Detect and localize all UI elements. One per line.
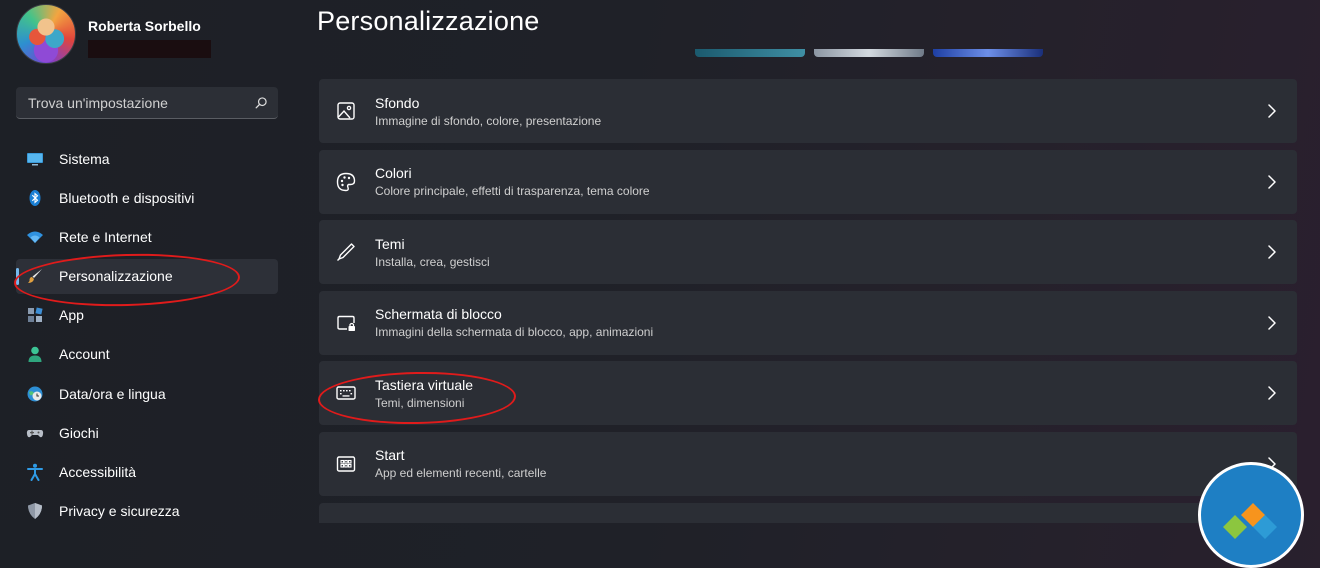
search-box[interactable] bbox=[16, 87, 278, 119]
accessibility-icon bbox=[26, 463, 44, 481]
watermark-logo bbox=[1198, 462, 1304, 568]
globe-clock-icon bbox=[26, 385, 44, 403]
sidebar-item-label: Bluetooth e dispositivi bbox=[59, 189, 195, 206]
theme-preview[interactable] bbox=[695, 49, 805, 57]
card-title: Start bbox=[375, 447, 405, 464]
sidebar-item-label: Sistema bbox=[59, 150, 110, 167]
card-subtitle: Immagine di sfondo, colore, presentazion… bbox=[375, 113, 602, 128]
start-icon bbox=[335, 453, 357, 475]
sidebar-item-data-ora[interactable]: Data/ora e lingua bbox=[16, 376, 278, 411]
sidebar-item-giochi[interactable]: Giochi bbox=[16, 415, 278, 450]
lock-screen-icon bbox=[335, 312, 357, 334]
palette-icon bbox=[335, 171, 357, 193]
person-icon bbox=[26, 345, 44, 363]
card-title: Temi bbox=[375, 235, 405, 252]
sidebar-item-label: Account bbox=[59, 346, 110, 363]
sidebar-item-label: Rete e Internet bbox=[59, 228, 152, 245]
sidebar-item-accessibilita[interactable]: Accessibilità bbox=[16, 455, 278, 490]
sidebar-item-sistema[interactable]: Sistema bbox=[16, 141, 278, 176]
card-title: Sfondo bbox=[375, 94, 420, 111]
sidebar-item-label: Personalizzazione bbox=[59, 268, 173, 285]
card-sfondo[interactable]: Sfondo Immagine di sfondo, colore, prese… bbox=[319, 79, 1297, 143]
keyboard-icon bbox=[335, 382, 357, 404]
search-input[interactable] bbox=[26, 93, 254, 112]
card-colori[interactable]: Colori Colore principale, effetti di tra… bbox=[319, 149, 1297, 214]
pen-icon bbox=[335, 241, 357, 263]
chevron-right-icon bbox=[1268, 316, 1276, 330]
apps-icon bbox=[26, 306, 44, 324]
sidebar-item-app[interactable]: App bbox=[16, 298, 278, 333]
card-subtitle: App ed elementi recenti, cartelle bbox=[375, 466, 547, 481]
user-profile[interactable]: Roberta Sorbello bbox=[16, 4, 211, 64]
sidebar: Roberta Sorbello Sistema Bluetooth e dis… bbox=[0, 0, 296, 520]
brush-icon bbox=[26, 267, 44, 285]
sidebar-item-account[interactable]: Account bbox=[16, 337, 278, 372]
card-subtitle: Immagini della schermata di blocco, app,… bbox=[375, 325, 654, 340]
settings-list: Sfondo Immagine di sfondo, colore, prese… bbox=[319, 79, 1297, 529]
card-temi[interactable]: Temi Installa, crea, gestisci bbox=[319, 220, 1297, 285]
card-title: Tastiera virtuale bbox=[375, 376, 474, 393]
theme-preview[interactable] bbox=[933, 49, 1043, 57]
sidebar-item-personalizzazione[interactable]: Personalizzazione bbox=[16, 258, 278, 294]
page-title: Personalizzazione bbox=[317, 6, 540, 36]
sidebar-item-label: App bbox=[59, 307, 84, 324]
chevron-right-icon bbox=[1268, 386, 1276, 401]
sidebar-item-label: Giochi bbox=[59, 424, 99, 441]
sidebar-item-bluetooth[interactable]: Bluetooth e dispositivi bbox=[16, 180, 278, 215]
wifi-icon bbox=[26, 228, 44, 246]
avatar bbox=[16, 4, 76, 64]
theme-preview[interactable] bbox=[814, 49, 924, 57]
image-icon bbox=[335, 100, 357, 122]
card-subtitle: Temi, dimensioni bbox=[375, 395, 465, 410]
shield-icon bbox=[26, 502, 44, 520]
sidebar-item-label: Accessibilità bbox=[59, 464, 137, 480]
search-icon[interactable] bbox=[254, 96, 268, 110]
sidebar-item-privacy[interactable]: Privacy e sicurezza bbox=[16, 494, 278, 529]
card-tastiera-virtuale[interactable]: Tastiera virtuale Temi, dimensioni bbox=[319, 361, 1297, 426]
theme-preview-strip bbox=[695, 49, 1043, 57]
monitor-icon bbox=[26, 150, 44, 168]
bluetooth-icon bbox=[26, 189, 44, 207]
card-title: Colori bbox=[375, 165, 412, 182]
redacted-email bbox=[88, 40, 211, 58]
card-subtitle: Colore principale, effetti di trasparenz… bbox=[375, 184, 650, 199]
chevron-right-icon bbox=[1268, 104, 1276, 118]
user-name: Roberta Sorbello bbox=[88, 18, 201, 34]
gamepad-icon bbox=[26, 424, 44, 442]
card-subtitle: Installa, crea, gestisci bbox=[375, 254, 490, 269]
sidebar-item-label: Privacy e sicurezza bbox=[59, 503, 180, 520]
card-title: Schermata di blocco bbox=[375, 306, 502, 323]
card-start[interactable]: Start App ed elementi recenti, cartelle bbox=[319, 431, 1297, 496]
sidebar-nav: Sistema Bluetooth e dispositivi Rete e I… bbox=[16, 141, 278, 533]
chevron-right-icon bbox=[1268, 174, 1276, 189]
sidebar-item-rete[interactable]: Rete e Internet bbox=[16, 219, 278, 254]
sidebar-item-label: Data/ora e lingua bbox=[59, 385, 166, 402]
card-schermata-di-blocco[interactable]: Schermata di blocco Immagini della scher… bbox=[319, 290, 1297, 355]
chevron-right-icon bbox=[1268, 245, 1276, 259]
